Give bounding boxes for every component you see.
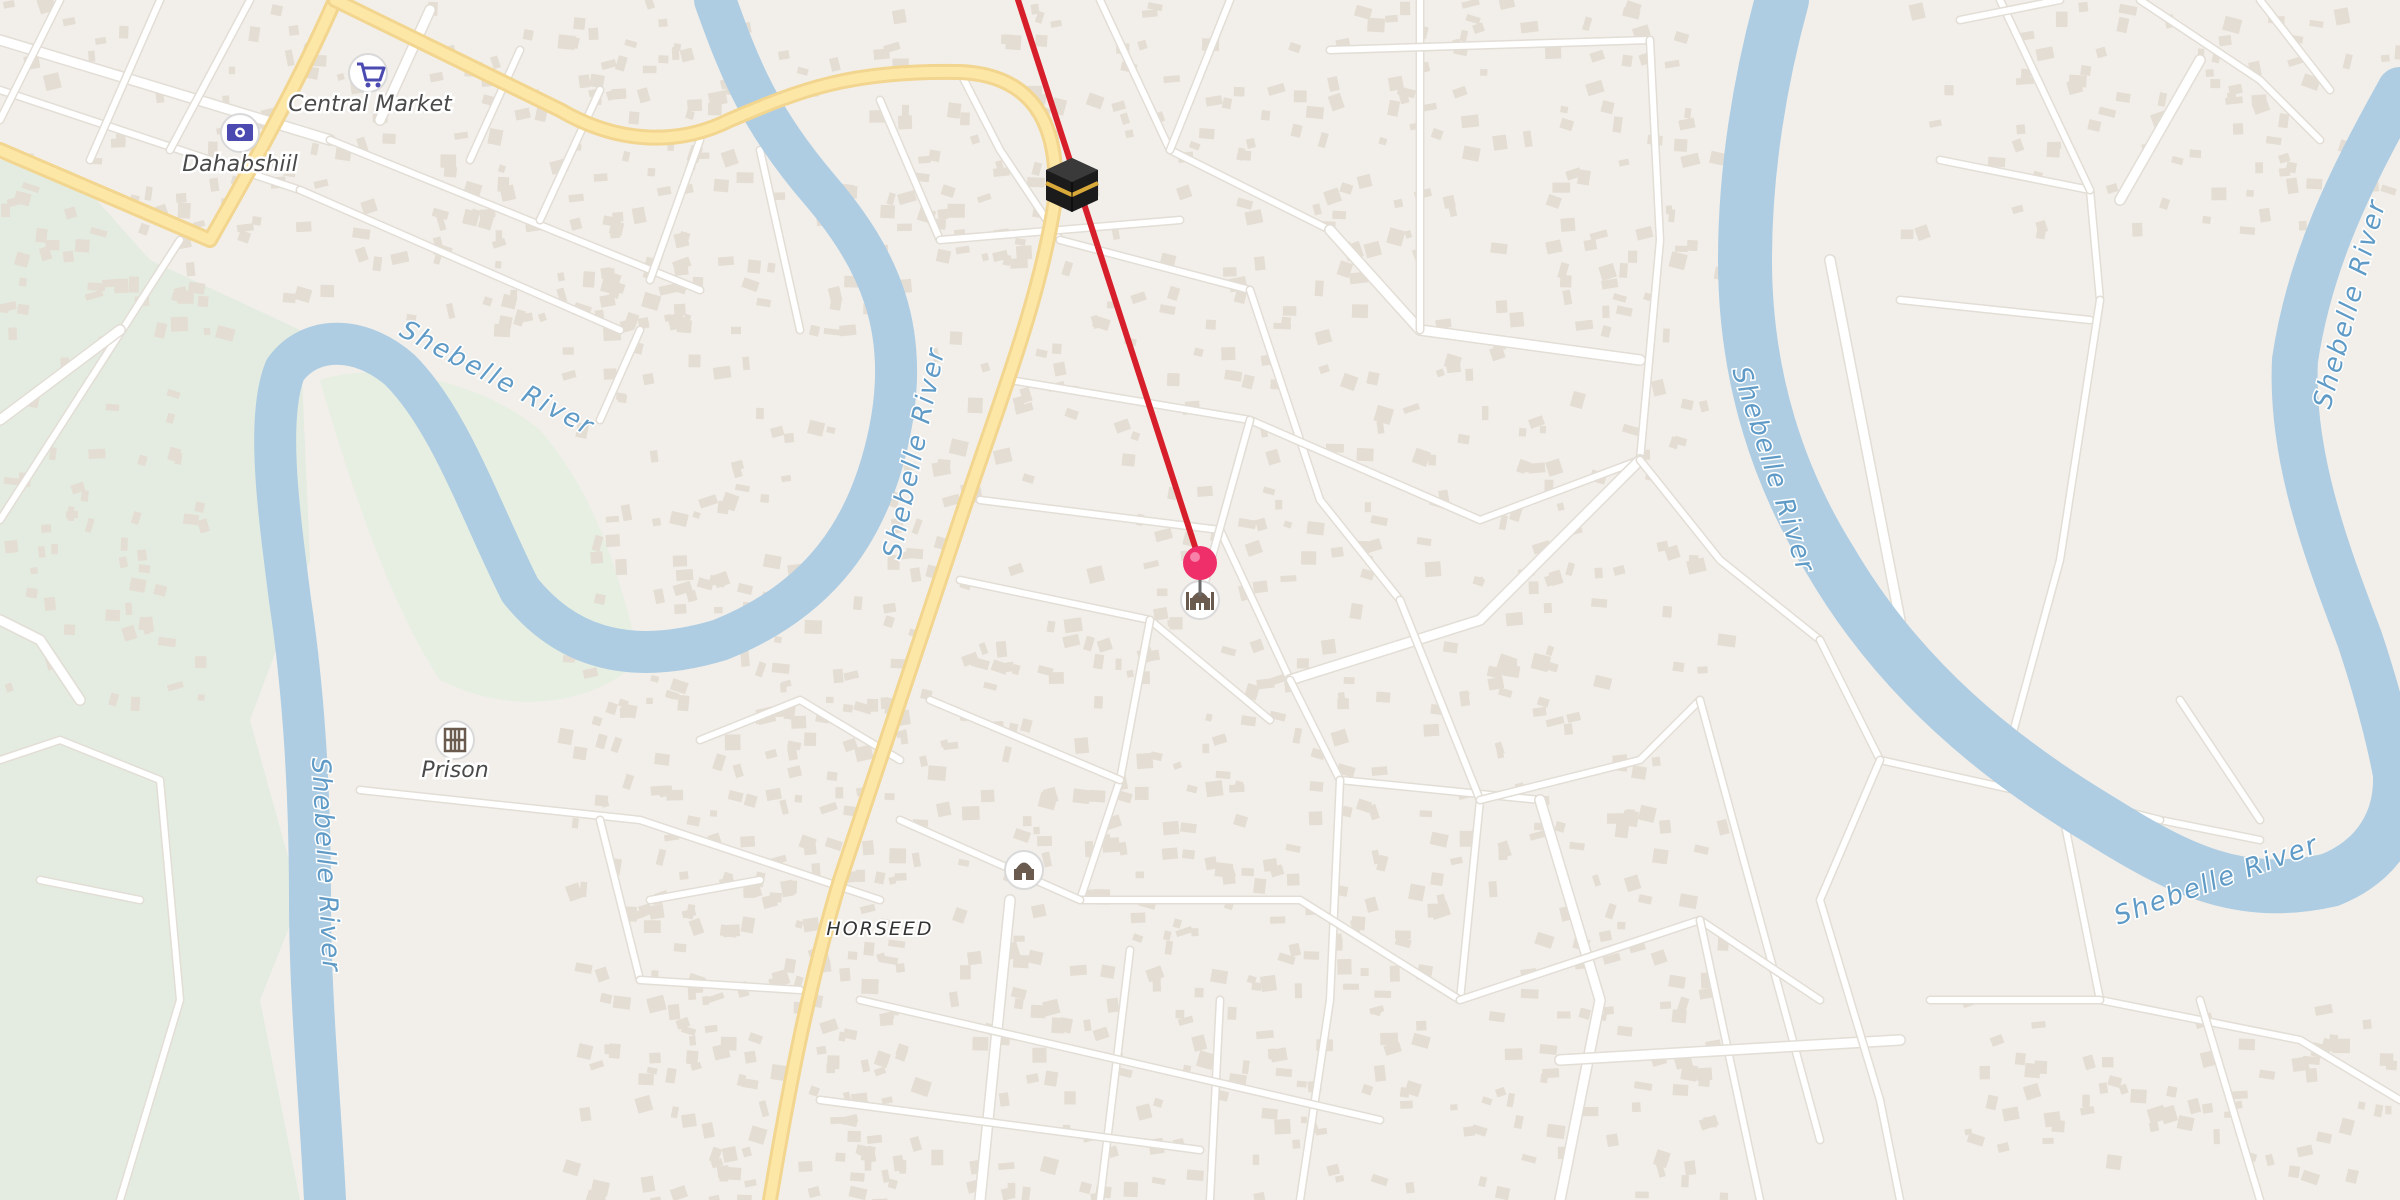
poi-mosque[interactable] xyxy=(1004,850,1044,890)
map-canvas[interactable]: Shebelle River Shebelle River Shebelle R… xyxy=(0,0,2400,1200)
district-label-horseed: HORSEED xyxy=(826,918,933,940)
poi-label: Central Market xyxy=(288,92,453,117)
poi-label: Prison xyxy=(421,758,488,783)
money-exchange-icon xyxy=(227,124,253,141)
poi-label: Dahabshiil xyxy=(182,152,298,177)
